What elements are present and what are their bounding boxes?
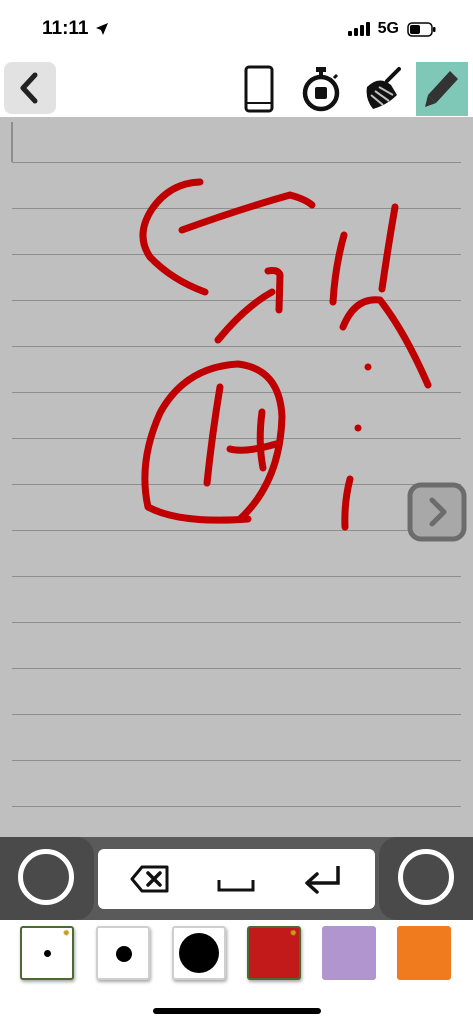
input-bar	[0, 837, 473, 920]
app-toolbar	[0, 60, 473, 117]
writing-canvas[interactable]	[0, 117, 473, 837]
location-arrow-icon	[96, 23, 108, 35]
stopwatch-icon	[302, 67, 340, 112]
medium-pen-button[interactable]	[96, 926, 150, 980]
delete-key[interactable]	[128, 859, 172, 899]
delete-key-icon	[130, 865, 169, 893]
next-page-button[interactable]	[407, 482, 467, 542]
color-red-button[interactable]: ✹	[247, 926, 301, 980]
space-key-icon	[217, 880, 255, 892]
broom-icon	[366, 67, 401, 109]
pencil-mode-button[interactable]	[416, 62, 468, 116]
small-dot-icon	[44, 950, 51, 957]
cellular-signal-icon	[347, 22, 370, 36]
pencil-icon	[425, 71, 458, 107]
stopwatch-button[interactable]	[295, 62, 347, 116]
return-key-icon	[305, 866, 340, 894]
phone-icon	[244, 65, 274, 113]
small-pen-button[interactable]: ✹	[20, 926, 74, 980]
right-circle-button[interactable]	[398, 849, 454, 905]
back-button[interactable]	[4, 62, 56, 114]
status-bar: 11:11 5G	[0, 0, 473, 60]
gear-icon: ✹	[289, 928, 297, 938]
pen-palette: ✹ ✹	[0, 920, 473, 990]
home-indicator[interactable]	[153, 1008, 321, 1014]
color-lavender-button[interactable]	[322, 926, 376, 980]
clear-button[interactable]	[355, 62, 407, 116]
large-dot-icon	[179, 933, 219, 973]
network-type: 5G	[377, 20, 399, 37]
return-key[interactable]	[300, 859, 344, 899]
chevron-right-icon	[407, 482, 467, 542]
battery-icon	[407, 21, 436, 37]
large-pen-button[interactable]	[172, 926, 226, 980]
keys-panel	[98, 849, 375, 909]
chevron-left-icon	[20, 72, 38, 104]
space-key[interactable]	[214, 859, 258, 899]
handwriting-strokes	[139, 178, 432, 531]
status-time: 11:11	[42, 18, 89, 39]
left-circle-button[interactable]	[18, 849, 74, 905]
status-indicators: 5G	[347, 20, 437, 38]
phone-mode-button[interactable]	[233, 62, 285, 116]
medium-dot-icon	[116, 946, 132, 962]
color-orange-button[interactable]	[397, 926, 451, 980]
gear-icon: ✹	[62, 928, 70, 938]
